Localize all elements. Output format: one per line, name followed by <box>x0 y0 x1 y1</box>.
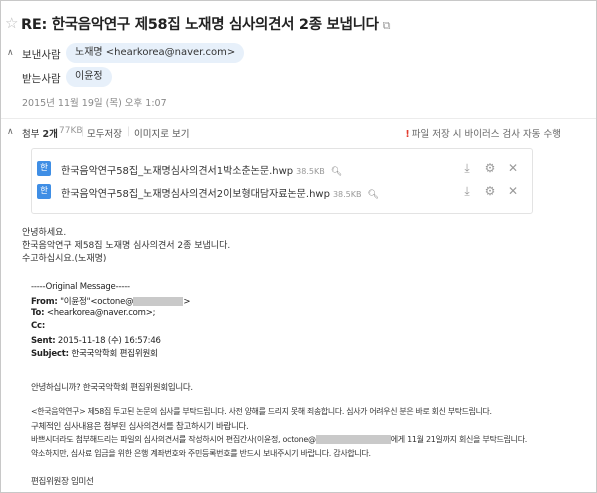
warning-icon: ! <box>405 129 410 140</box>
hwp-file-icon: 한 <box>37 161 51 176</box>
cloud-save-icon[interactable]: ⚙ <box>483 184 497 198</box>
body-line: 한국음악연구 제58집 노재명 심사의견서 2종 보냅니다. <box>22 241 231 251</box>
original-line: 약소하지만, 심사료 입금을 위한 은행 계좌번호와 주민등록번호를 반드시 보… <box>31 449 371 458</box>
download-icon[interactable]: ⤓ <box>460 161 474 176</box>
external-link-icon[interactable]: ⧉ <box>383 19 391 32</box>
save-all-link[interactable]: 모두저장 <box>87 126 122 140</box>
body-line: 수고하십시요.(노재명) <box>22 254 107 264</box>
attachment-name-group[interactable]: 한국음악연구58집_노재명심사의견서2이보형대담자료논문.hwp 38.5KB 🔍︎ <box>61 185 379 200</box>
original-line-part: 바쁘시더라도 첨부해드리는 파일의 심사의견서를 작성하시어 편집간사(이윤정,… <box>31 435 316 444</box>
subject-row: ☆ RE: 한국음악연구 제58집 노재명 심사의견서 2종 보냅니다 ⧉ <box>1 1 596 45</box>
body-line: 안녕하세요. <box>22 228 67 238</box>
attachment-count: 2개 <box>42 129 58 140</box>
divider <box>1 118 596 119</box>
sender-chip[interactable]: 노재명 <hearkorea@naver.com> <box>66 43 245 63</box>
original-message-header: -----Original Message----- <box>31 282 130 292</box>
original-line: <한국음악연구> 제58집 투고된 논문의 심사를 부탁드립니다. 사전 양해를… <box>31 407 492 416</box>
email-date: 2015년 11월 19일 (목) 오후 1:07 <box>22 98 167 109</box>
attachment-list: 한 한국음악연구58집_노재명심사의견서1박소춘논문.hwp 38.5KB 🔍︎ ⤓… <box>31 148 533 214</box>
forward-subject-label: Subject: <box>31 349 69 359</box>
attachment-size: 38.5KB <box>296 167 325 176</box>
original-line-part: 에게 11월 21일까지 회신을 부탁드립니다. <box>390 435 528 444</box>
preview-search-icon[interactable]: 🔍︎ <box>331 167 342 177</box>
preview-search-icon[interactable]: 🔍︎ <box>367 190 378 200</box>
recipient-chip[interactable]: 이윤정 <box>66 67 112 87</box>
attachment-total-size: 77KB <box>59 126 83 136</box>
star-icon[interactable]: ☆ <box>5 14 18 32</box>
email-subject: RE: 한국음악연구 제58집 노재명 심사의견서 2종 보냅니다 ⧉ <box>21 13 391 34</box>
virus-scan-notice-text: 파일 저장 시 바이러스 검사 자동 수행 <box>411 129 561 140</box>
forward-to-label: To: <box>31 308 45 318</box>
forward-cc: Cc: <box>31 321 45 331</box>
image-view-link[interactable]: 이미지로 보기 <box>134 126 189 140</box>
forward-cc-label: Cc: <box>31 321 46 331</box>
attachment-header: ∧ 첨부 2개 77KB | 모두저장 | 이미지로 보기 ! 파일 저장 시 바… <box>1 125 596 141</box>
collapse-icon[interactable]: ∧ <box>7 48 14 58</box>
collapse-icon[interactable]: ∧ <box>7 127 14 137</box>
attachment-size: 38.5KB <box>332 190 362 199</box>
forward-from-label: From: <box>31 297 58 307</box>
recipient-label: 받는사람 <box>22 73 61 85</box>
forward-from: From: "이윤정"<octone@ > <box>31 297 191 307</box>
attachment-title: 첨부 2개 <box>22 126 58 140</box>
subject-text: RE: 한국음악연구 제58집 노재명 심사의견서 2종 보냅니다 <box>21 17 379 33</box>
forward-sent-label: Sent: <box>31 336 56 346</box>
original-line-with-redaction: 바쁘시더라도 첨부해드리는 파일의 심사의견서를 작성하시어 편집간사(이윤정,… <box>31 434 527 445</box>
email-view: ☆ RE: 한국음악연구 제58집 노재명 심사의견서 2종 보냅니다 ⧉ ∧ 보… <box>0 0 597 493</box>
original-line: 안녕하십니까? 한국국악학회 편집위원회입니다. <box>31 383 193 393</box>
attachment-name[interactable]: 한국음악연구58집_노재명심사의견서2이보형대담자료논문.hwp <box>61 189 330 200</box>
hwp-file-icon: 한 <box>37 184 51 199</box>
forward-sent: Sent: 2015-11-18 (수) 16:57:46 <box>31 334 161 346</box>
separator: | <box>81 126 85 137</box>
redacted-block <box>315 435 391 444</box>
attachment-title-prefix: 첨부 <box>22 129 40 140</box>
close-icon[interactable]: ✕ <box>506 161 520 175</box>
redacted-block <box>133 297 184 306</box>
original-line: 구체적인 심사내용은 첨부된 심사의견서를 참고하시기 바랍니다. <box>31 422 249 432</box>
forward-subject-value: 한국국악학회 편집위원회 <box>71 349 158 359</box>
forward-subject: Subject: 한국국악학회 편집위원회 <box>31 347 158 359</box>
close-icon[interactable]: ✕ <box>506 184 520 198</box>
virus-scan-notice: ! 파일 저장 시 바이러스 검사 자동 수행 <box>405 126 561 140</box>
forward-to: To: <hearkorea@naver.com>; <box>31 308 156 318</box>
attachment-item[interactable]: 한 한국음악연구58집_노재명심사의견서1박소춘논문.hwp 38.5KB 🔍︎ ⤓… <box>32 157 532 181</box>
sender-label: 보낸사람 <box>22 49 61 61</box>
attachment-name[interactable]: 한국음악연구58집_노재명심사의견서1박소춘논문.hwp <box>61 166 293 177</box>
forward-sent-value: 2015-11-18 (수) 16:57:46 <box>57 336 161 346</box>
email-body: 안녕하세요. 한국음악연구 제58집 노재명 심사의견서 2종 보냅니다. 수고… <box>22 227 230 266</box>
forward-from-value: "이윤정"<octone@ <box>60 297 134 307</box>
cloud-save-icon[interactable]: ⚙ <box>483 161 497 175</box>
download-icon[interactable]: ⤓ <box>460 184 474 199</box>
original-signature: 편집위원장 임미선 <box>31 477 94 487</box>
attachment-name-group[interactable]: 한국음악연구58집_노재명심사의견서1박소춘논문.hwp 38.5KB 🔍︎ <box>61 162 342 177</box>
forward-to-value: <hearkorea@naver.com>; <box>46 308 156 318</box>
attachment-item[interactable]: 한 한국음악연구58집_노재명심사의견서2이보형대담자료논문.hwp 38.5KB… <box>32 180 532 204</box>
separator: | <box>127 126 131 137</box>
